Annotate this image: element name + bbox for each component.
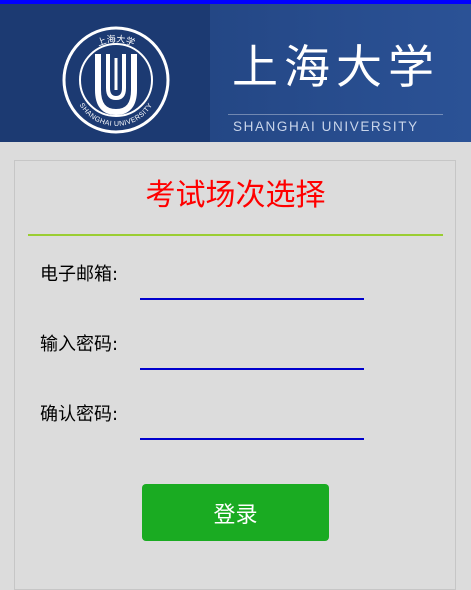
banner-divider — [228, 114, 443, 115]
login-button[interactable]: 登录 — [142, 484, 329, 541]
email-label: 电子邮箱: — [40, 264, 119, 285]
password-label: 输入密码: — [40, 334, 119, 355]
banner-university-name-en: SHANGHAI UNIVERSITY — [233, 119, 419, 134]
password-field[interactable] — [140, 340, 364, 370]
email-field[interactable] — [140, 270, 364, 300]
confirm-password-label: 确认密码: — [40, 404, 119, 425]
title-divider — [28, 234, 443, 236]
banner-university-name-cn: 上海大学 — [232, 40, 440, 94]
university-header-banner: 上海大学 SHANGHAI UNIVERSITY 上海大学 SHANGHAI U… — [0, 4, 471, 142]
university-emblem-icon: 上海大学 SHANGHAI UNIVERSITY — [62, 26, 170, 134]
page-title: 考试场次选择 — [145, 178, 326, 213]
confirm-password-field[interactable] — [140, 410, 364, 440]
